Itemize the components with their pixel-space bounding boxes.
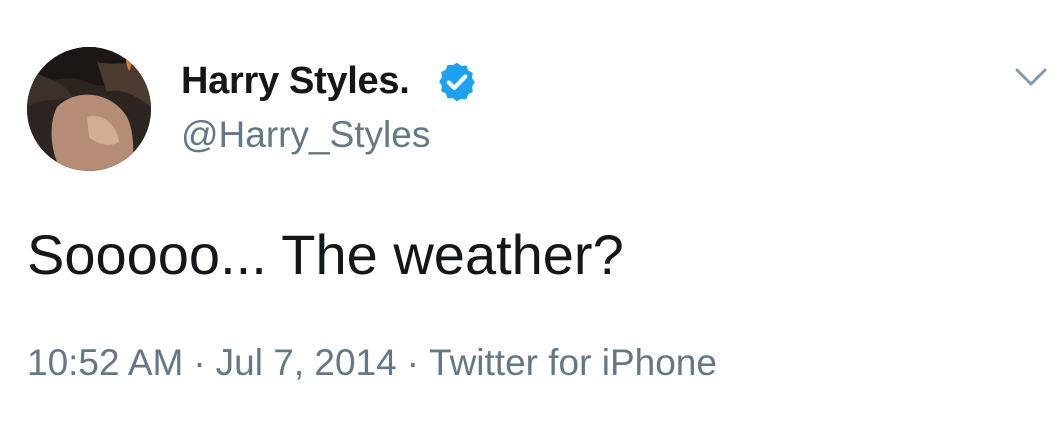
tweet-metadata: 10:52 AM · Jul 7, 2014 · Twitter for iPhone [27, 340, 717, 386]
tweet-source[interactable]: Twitter for iPhone [429, 342, 717, 383]
avatar-photo [27, 47, 151, 171]
user-handle[interactable]: @Harry_Styles [181, 112, 430, 158]
tweet-card: Harry Styles. @Harry_Styles Sooooo... Th… [0, 0, 1063, 431]
avatar[interactable] [27, 47, 151, 171]
tweet-text: Sooooo... The weather? [27, 223, 624, 286]
tweet-date[interactable]: Jul 7, 2014 [216, 342, 397, 383]
display-name[interactable]: Harry Styles. [181, 58, 410, 104]
tweet-time[interactable]: 10:52 AM [27, 342, 183, 383]
chevron-down-icon[interactable] [1013, 64, 1049, 90]
separator-dot: · [193, 342, 206, 383]
separator-dot: · [406, 342, 420, 383]
verified-badge-icon [439, 62, 475, 102]
